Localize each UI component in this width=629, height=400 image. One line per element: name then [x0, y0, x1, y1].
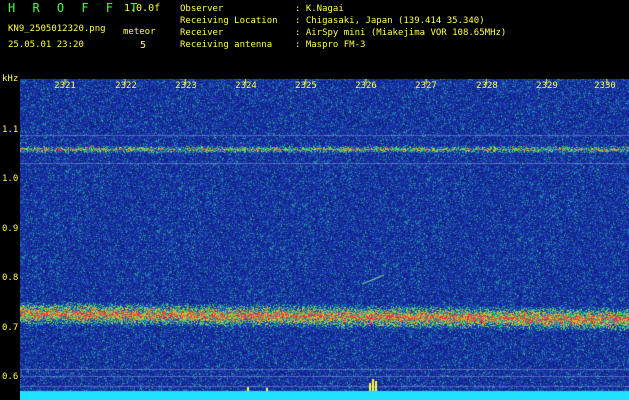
y-tick-label: 0.6 — [2, 372, 19, 382]
observation-value: : AirSpy mini (Miakejima VOR 108.65MHz) — [295, 28, 507, 38]
x-tick-label: 2322 — [115, 81, 137, 91]
observation-key: Receiving antenna — [180, 40, 273, 50]
y-tick-label: 0.8 — [2, 273, 19, 283]
y-tick-label: 1.1 — [2, 125, 19, 135]
observation-value: : K.Nagai — [295, 4, 344, 14]
filename-label: KN9_2505012320.png — [8, 24, 106, 34]
observation-row: Receiving Location : Chigasaki, Japan (13… — [180, 15, 506, 27]
x-tick-label: 2324 — [235, 81, 257, 91]
y-axis-unit: kHz — [2, 74, 19, 84]
x-tick-label: 2321 — [54, 81, 76, 91]
observation-row: Receiver : AirSpy mini (Miakejima VOR 108… — [180, 27, 506, 39]
y-tick-label: 0.9 — [2, 224, 19, 234]
observation-key: Observer — [180, 4, 224, 14]
observation-row: Receiving antenna : Maspro FM-3 — [180, 39, 506, 51]
x-tick-label: 2330 — [594, 81, 616, 91]
meteor-label: meteor — [123, 27, 156, 37]
observation-row: Observer : K.Nagai — [180, 3, 506, 15]
version-label: 1.0.0f — [124, 3, 161, 14]
x-tick-label: 2325 — [295, 81, 317, 91]
observation-key: Receiver — [180, 28, 224, 38]
datetime-label: 25.05.01 23:20 — [8, 40, 84, 50]
y-tick-label: 0.7 — [2, 323, 19, 333]
observation-info: Observer : K.Nagai Receiving Location : Ch… — [180, 3, 506, 51]
spectrogram-canvas — [20, 79, 629, 400]
x-tick-label: 2326 — [355, 81, 377, 91]
x-tick-label: 2329 — [536, 81, 558, 91]
y-tick-label: 1.0 — [2, 174, 19, 184]
header-panel: H R O F F T 1.0.0f KN9_2505012320.png 25… — [0, 0, 629, 72]
observation-value: : Chigasaki, Japan (139.414 35.340) — [295, 16, 485, 26]
observation-key: Receiving Location — [180, 16, 278, 26]
meteor-count: 5 — [140, 40, 147, 51]
x-tick-label: 2323 — [175, 81, 197, 91]
x-tick-label: 2328 — [476, 81, 498, 91]
app-title: H R O F F T — [8, 1, 143, 15]
observation-value: : Maspro FM-3 — [295, 40, 366, 50]
x-tick-label: 2327 — [415, 81, 437, 91]
